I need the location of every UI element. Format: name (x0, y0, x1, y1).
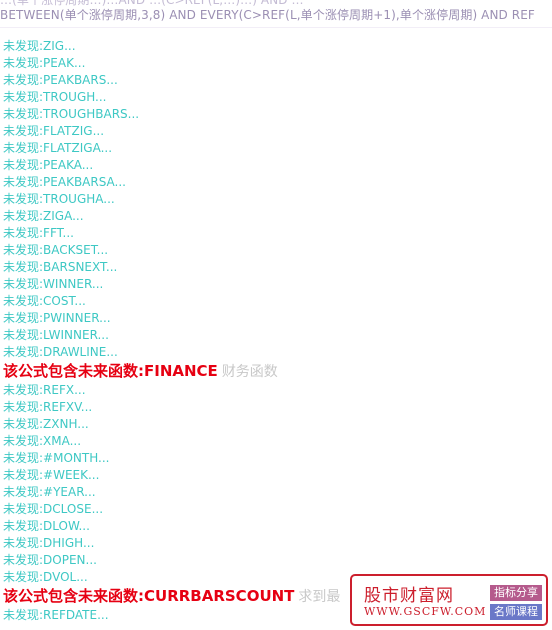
not-found-line: 未发现:REFDATE... (3, 608, 109, 622)
not-found-line: 未发现:DOPEN... (3, 553, 97, 567)
warning-text: 该公式包含未来函数:FINANCE (3, 362, 218, 380)
not-found-line: 未发现:DVOL... (3, 570, 88, 584)
future-function-warning: 该公式包含未来函数:FINANCE 财务函数 (3, 361, 340, 382)
not-found-line: 未发现:#WEEK... (3, 468, 100, 482)
not-found-line: 未发现:TROUGHBARS... (3, 107, 140, 121)
watermark-site-name: 股市财富网 (364, 586, 454, 606)
not-found-line: 未发现:XMA... (3, 434, 82, 448)
warning-text: 该公式包含未来函数:CURRBARSCOUNT (3, 587, 295, 605)
not-found-line: 未发现:REFX... (3, 383, 86, 397)
not-found-line: 未发现:TROUGHA... (3, 192, 115, 206)
not-found-line: 未发现:BACKSET... (3, 243, 109, 257)
not-found-line: 未发现:FLATZIG... (3, 124, 105, 138)
not-found-line: 未发现:TROUGH... (3, 90, 107, 104)
result-list: 未发现:ZIG... 未发现:PEAK... 未发现:PEAKBARS... 未发现:… (3, 38, 340, 624)
not-found-line: 未发现:DHIGH... (3, 536, 95, 550)
watermark-tag-course: 名师课程 (490, 604, 542, 620)
not-found-line: 未发现:DRAWLINE... (3, 345, 118, 359)
not-found-line: 未发现:FFT... (3, 226, 74, 240)
warning-note: 财务函数 (221, 364, 278, 380)
not-found-line: 未发现:BARSNEXT... (3, 260, 118, 274)
not-found-line: 未发现:PWINNER... (3, 311, 111, 325)
not-found-line: 未发现:ZXNH... (3, 417, 89, 431)
not-found-line: 未发现:LWINNER... (3, 328, 109, 342)
not-found-line: 未发现:#MONTH... (3, 451, 110, 465)
not-found-line: 未发现:#YEAR... (3, 485, 96, 499)
not-found-line: 未发现:PEAK... (3, 56, 86, 70)
warning-note: 求到最 (298, 589, 341, 605)
not-found-line: 未发现:DLOW... (3, 519, 90, 533)
watermark-url: WWW.GSCFW.COM (364, 605, 487, 618)
not-found-line: 未发现:DCLOSE... (3, 502, 104, 516)
not-found-line: 未发现:ZIG... (3, 39, 76, 53)
watermark-tag-share: 指标分享 (490, 585, 542, 601)
not-found-line: 未发现:WINNER... (3, 277, 104, 291)
code-line-2: BETWEEN(单个涨停周期,3,8) AND EVERY(C>REF(L,单个… (0, 8, 535, 22)
not-found-line: 未发现:REFXV... (3, 400, 93, 414)
not-found-line: 未发现:ZIGA... (3, 209, 84, 223)
future-function-warning: 该公式包含未来函数:CURRBARSCOUNT 求到最 (3, 586, 340, 607)
site-watermark: 股市财富网 WWW.GSCFW.COM 指标分享 名师课程 (350, 574, 548, 626)
not-found-line: 未发现:FLATZIGA... (3, 141, 113, 155)
not-found-line: 未发现:PEAKBARS... (3, 73, 118, 87)
not-found-line: 未发现:PEAKBARSA... (3, 175, 127, 189)
not-found-line: 未发现:COST... (3, 294, 86, 308)
divider (0, 27, 552, 28)
not-found-line: 未发现:PEAKA... (3, 158, 94, 172)
